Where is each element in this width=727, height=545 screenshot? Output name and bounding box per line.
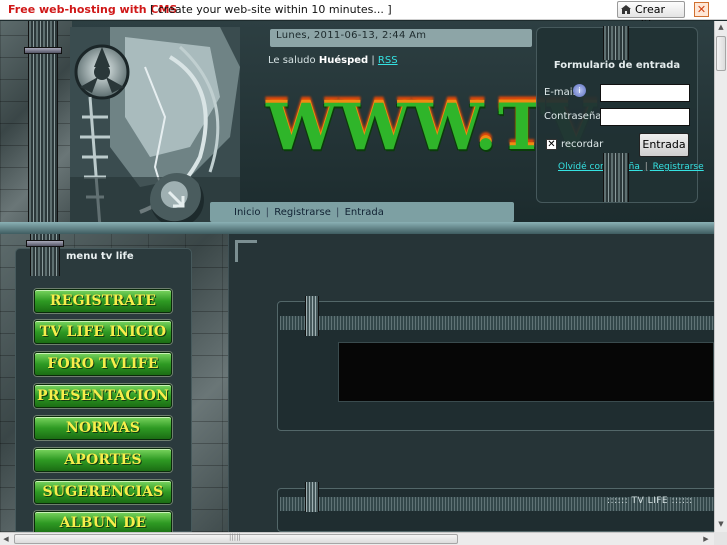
menu-item-presentacion[interactable]: PRESENTACION [34,384,172,408]
password-label: Contraseña: [544,111,605,122]
page-area: Lunes, 2011-06-13, 2:44 Am Le saludo Hué… [0,21,714,532]
main-nav: Inicio | Registrarse | Entrada [234,207,384,218]
create-site-button[interactable]: Crear sitio [617,1,685,31]
arrow-disc-decoration [150,173,204,227]
links-separator: | [644,162,648,172]
pillar-decoration [305,296,319,336]
rss-link[interactable]: RSS [378,55,398,66]
clamp-decoration [24,47,62,54]
home-icon [621,5,631,14]
main-content: :::::: TV LIFE :::::: [228,234,714,532]
nav-inicio[interactable]: Inicio [234,207,260,218]
close-promo-button[interactable]: ✕ [694,2,709,17]
scroll-left-icon[interactable]: ◀ [0,533,12,545]
nav-separator: | [265,207,270,218]
video-area [338,342,714,402]
box-title: :::::: TV LIFE :::::: [607,496,693,506]
remember-label: recordar [561,139,604,150]
current-date: Lunes, 2011-06-13, 2:44 Am [276,30,427,41]
menu-item-tv-life-inicio[interactable]: TV LIFE INICIO [34,320,172,344]
arrow-icon [167,190,185,208]
login-links: Olvidé contraseña | Registrarse [558,162,704,172]
page-body: menu tv life REGISTRATE TV LIFE INICIO F… [0,234,714,532]
vertical-scroll-thumb[interactable] [716,36,726,71]
horizontal-scrollbar[interactable]: ◀ ||||| ▶ [0,532,714,545]
scroll-up-icon[interactable]: ▲ [715,21,727,34]
horizontal-scroll-thumb[interactable]: ||||| [14,533,458,544]
menu-title: menu tv life [66,251,134,262]
content-box [277,301,714,431]
remember-checkbox[interactable]: ✕ [546,139,557,150]
menu-item-normas[interactable]: NORMAS [34,416,172,440]
header-strip [0,222,714,234]
login-title: Formulario de entrada [553,60,681,71]
nav-registrarse[interactable]: Registrarse [274,207,331,218]
menu-item-foro-tvlife[interactable]: FORO TVLIFE [34,352,172,376]
content-box [277,488,714,532]
pillar-decoration [305,482,319,512]
promo-bar: Free web-hosting with CMS [ create your … [0,0,727,31]
greeting-prefix: Le saludo [268,55,316,66]
info-icon[interactable]: i [573,84,586,97]
username: Huésped [318,55,369,66]
pillar-decoration [603,153,629,202]
register-link[interactable]: Registrarse [653,162,704,172]
nav-entrada[interactable]: Entrada [345,207,384,218]
scroll-right-icon[interactable]: ▶ [700,533,712,545]
login-submit-button[interactable]: Entrada [639,133,689,157]
corner-decoration [235,240,257,262]
menu-item-sugerencias[interactable]: SUGERENCIAS [34,480,172,504]
promo-slogan: [ create your web-site within 10 minutes… [150,3,392,16]
grip-icon: ||||| [229,533,241,541]
nav-separator: | [336,207,340,218]
box-header-bar [280,316,714,330]
menu-item-registrate[interactable]: REGISTRATE [34,289,172,313]
pillar-decoration [603,26,629,60]
vertical-scrollbar[interactable]: ▲ ▼ [714,21,727,532]
menu-item-albun-de-fotos[interactable]: ALBUN DE FOTOS [34,511,172,532]
clamp-decoration [26,240,64,247]
email-input[interactable] [600,84,690,102]
scroll-down-icon[interactable]: ▼ [715,518,727,531]
scroll-corner [714,532,727,545]
greeting: Le saludo Huésped | RSS [268,55,398,66]
password-input[interactable] [600,108,690,126]
menu-item-aportes[interactable]: APORTES [34,448,172,472]
greeting-separator: | [371,55,375,66]
